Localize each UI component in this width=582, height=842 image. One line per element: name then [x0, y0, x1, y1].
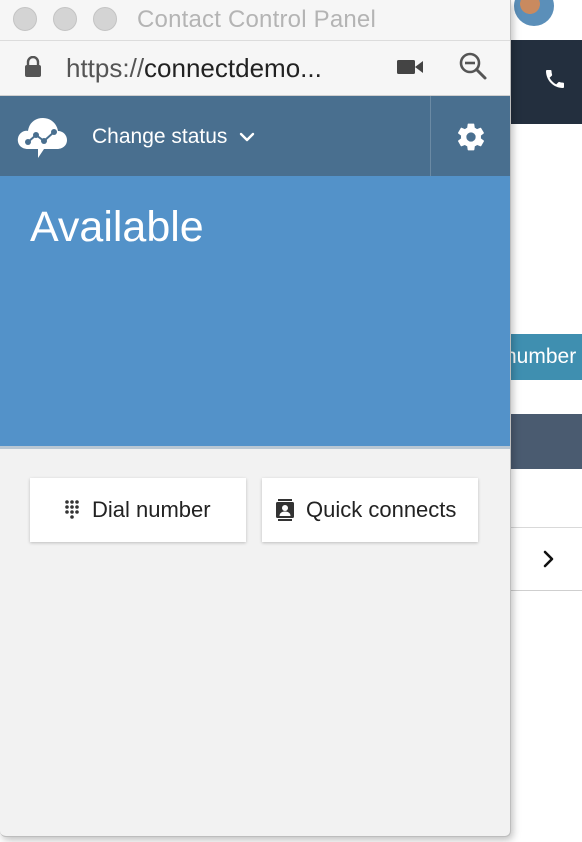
window-title: Contact Control Panel [137, 6, 376, 33]
chevron-right-icon[interactable] [538, 549, 558, 569]
dial-number-button[interactable]: Dial number [30, 478, 246, 542]
video-camera-icon[interactable] [396, 55, 424, 79]
phone-icon[interactable] [543, 67, 567, 91]
header-divider [430, 96, 431, 176]
lock-icon [25, 56, 41, 77]
gear-icon[interactable] [455, 121, 487, 153]
close-window-button[interactable] [13, 7, 37, 31]
window-titlebar: Contact Control Panel [0, 0, 510, 41]
zoom-window-button[interactable] [93, 7, 117, 31]
url-host: connectdemo... [144, 53, 322, 83]
quick-connects-label: Quick connects [306, 497, 457, 522]
change-status-dropdown[interactable]: Change status [84, 118, 263, 156]
zoom-out-icon[interactable] [458, 51, 488, 81]
change-status-label: Change status [92, 125, 228, 148]
background-dark-bar [510, 414, 582, 469]
cloud-network-logo-icon [17, 118, 68, 158]
background-button-label: number [505, 345, 577, 368]
dialpad-icon [65, 500, 79, 519]
page-url[interactable]: https://connectdemo... [66, 53, 322, 84]
url-scheme: https:// [66, 53, 145, 83]
contact-book-icon [276, 499, 294, 521]
minimize-window-button[interactable] [53, 7, 77, 31]
background-dial-number-button[interactable]: number [505, 334, 582, 380]
agent-status-label: Available [30, 203, 204, 251]
address-bar: https://connectdemo... [0, 41, 510, 96]
ccp-popup-window: Contact Control Panel https://connectdem… [0, 0, 511, 837]
dial-number-label: Dial number [92, 497, 211, 522]
quick-connects-button[interactable]: Quick connects [262, 478, 478, 542]
user-avatar[interactable] [514, 0, 554, 26]
chevron-down-icon [240, 132, 255, 142]
